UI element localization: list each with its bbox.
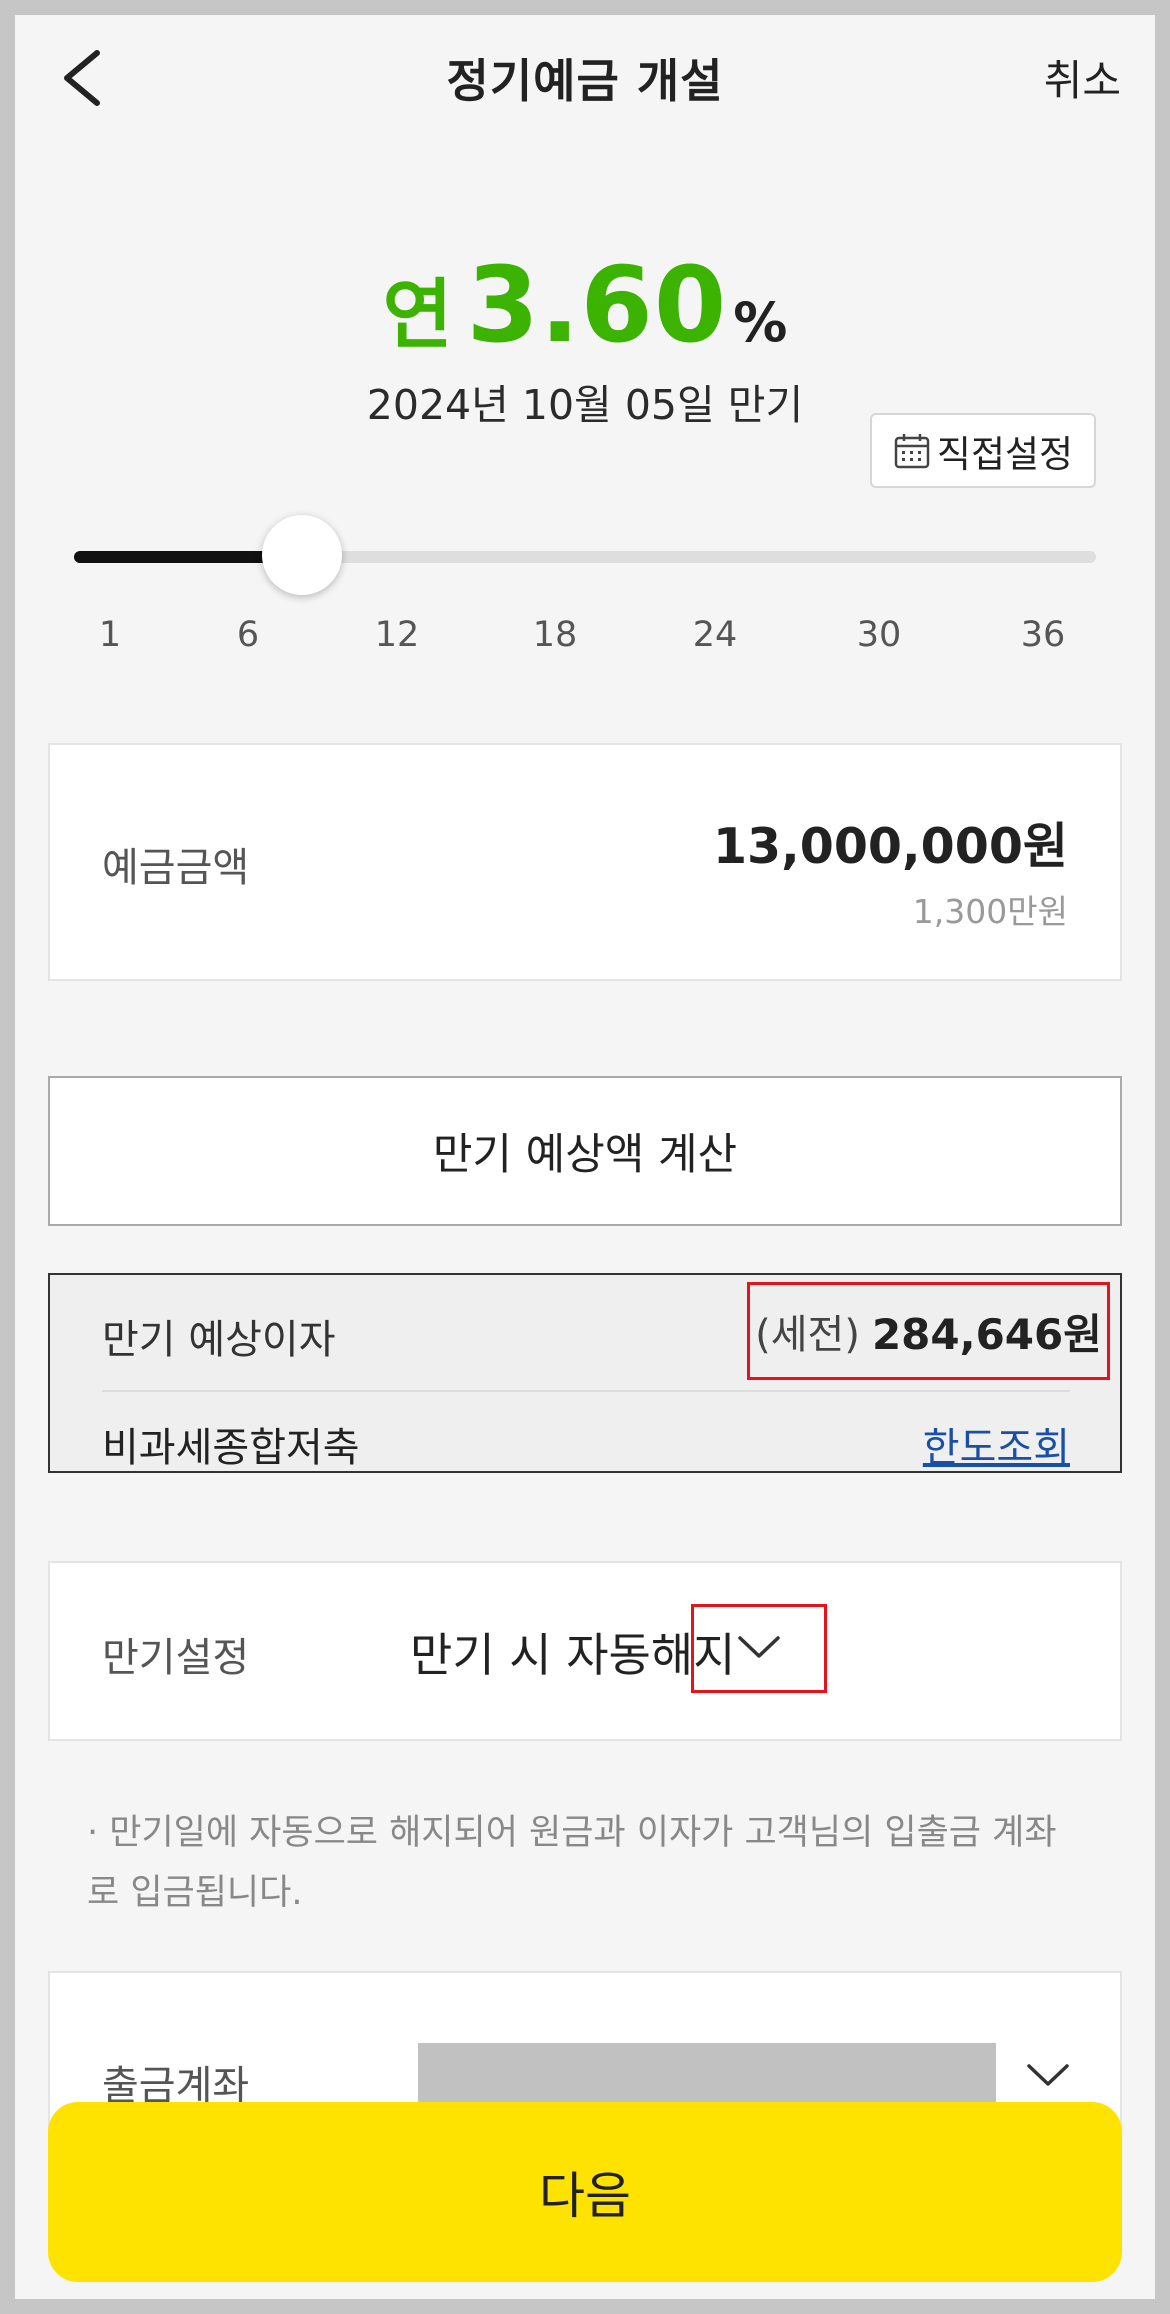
term-tick-label: 1 <box>98 615 122 655</box>
interest-amount: 284,646원 <box>871 1309 1102 1359</box>
rate-unit: % <box>733 291 788 354</box>
deposit-amount-card[interactable]: 예금금액 13,000,000원 1,300만원 <box>48 743 1122 981</box>
direct-setting-label: 직접설정 <box>936 432 1074 476</box>
calendar-icon <box>893 432 931 470</box>
term-tick-label: 12 <box>374 615 420 655</box>
direct-setting-button[interactable]: 직접설정 <box>870 413 1096 488</box>
chevron-down-icon <box>737 1634 781 1664</box>
deposit-label: 예금금액 <box>102 845 250 891</box>
app-screen: 정기예금 개설 취소 연 3.60% 2024년 10월 05일 만기 직접설정 … <box>15 15 1155 2299</box>
term-tick-label: 18 <box>532 615 578 655</box>
pre-tax-label: (세전) <box>755 1312 860 1358</box>
maturity-dropdown-toggle[interactable] <box>691 1604 827 1693</box>
term-slider-fill <box>74 551 294 563</box>
tax-free-savings-label: 비과세종합저축 <box>102 1425 360 1471</box>
maturity-setting-select[interactable]: 만기설정 만기 시 자동해지 <box>48 1561 1122 1741</box>
next-button[interactable]: 다음 <box>48 2102 1122 2282</box>
maturity-setting-label: 만기설정 <box>102 1635 250 1681</box>
calculate-maturity-button[interactable]: 만기 예상액 계산 <box>48 1076 1122 1226</box>
cancel-button[interactable]: 취소 <box>1044 47 1121 108</box>
term-slider-thumb[interactable] <box>262 515 342 595</box>
chevron-down-icon[interactable] <box>1018 2045 1078 2105</box>
rate-prefix: 연 <box>382 270 453 359</box>
term-tick-label: 24 <box>692 615 738 655</box>
account-number-masked <box>418 2043 996 2107</box>
limit-inquiry-link[interactable]: 한도조회 <box>923 1415 1070 1473</box>
expected-interest-panel: 만기 예상이자 (세전) 284,646원 비과세종합저축 한도조회 <box>48 1273 1122 1473</box>
term-tick-label: 30 <box>856 615 902 655</box>
expected-interest-label: 만기 예상이자 <box>102 1317 336 1363</box>
maturity-note: · 만기일에 자동으로 해지되어 원금과 이자가 고객님의 입출금 계좌로 입금… <box>87 1813 1057 1913</box>
term-tick-label: 6 <box>236 615 260 655</box>
rate-value: 3.60 <box>466 244 728 366</box>
deposit-amount: 13,000,000원 <box>712 818 1068 875</box>
divider <box>102 1390 1070 1392</box>
term-slider-track[interactable] <box>74 551 1096 563</box>
interest-rate: 연 3.60% <box>15 253 1155 357</box>
page-title: 정기예금 개설 <box>446 54 724 108</box>
term-tick-label: 36 <box>1020 615 1066 655</box>
maturity-setting-value: 만기 시 자동해지 <box>410 1628 736 1682</box>
deposit-amount-korean: 1,300만원 <box>912 892 1068 931</box>
expected-interest-value: (세전) 284,646원 <box>747 1282 1110 1380</box>
